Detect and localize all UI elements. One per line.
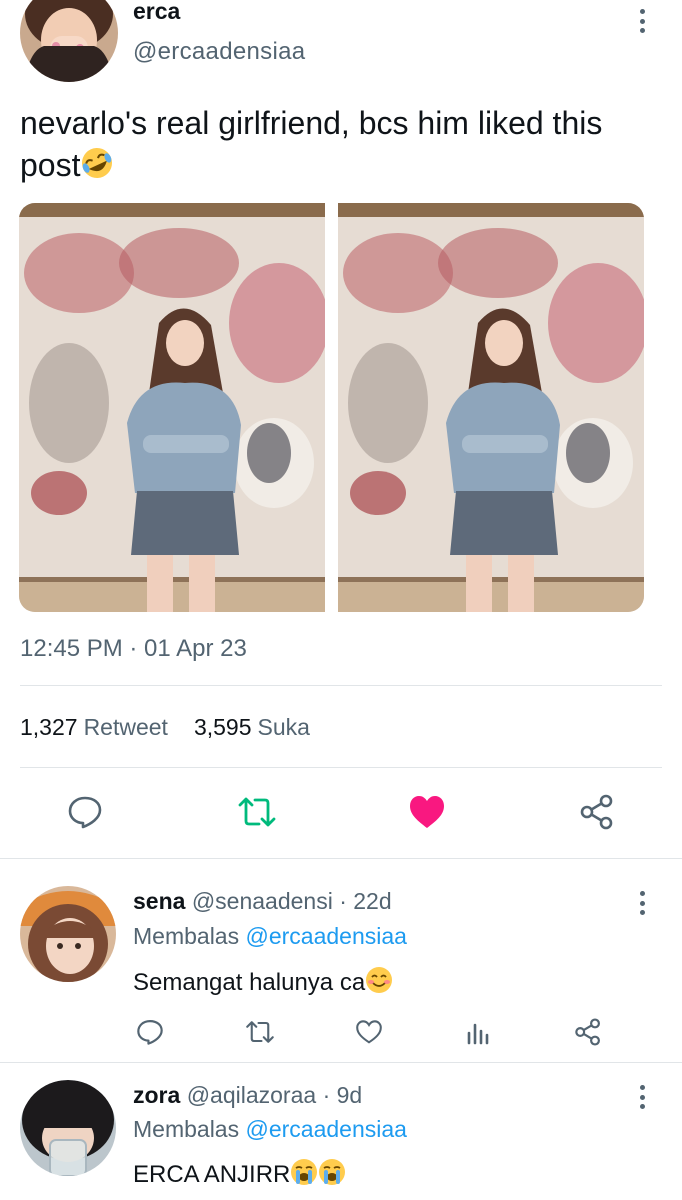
like-icon [356,1020,382,1044]
retweet-stat-label: Retweet [83,714,168,740]
more-options-icon[interactable] [630,6,654,36]
reply-header: sena @senaadensi · 22d [133,888,392,915]
reply-header: zora @aqilazoraa · 9d [133,1082,362,1109]
author-handle[interactable]: @ercaadensiaa [133,38,305,66]
replying-to-mention[interactable]: @ercaadensiaa [246,923,407,949]
reply-like-button[interactable] [351,1014,387,1050]
divider [20,685,662,686]
more-options-icon[interactable] [630,1082,654,1112]
retweet-icon [238,797,276,827]
divider [0,858,682,859]
tweet-timestamp[interactable]: 12:45 PM · 01 Apr 23 [20,635,247,663]
reply-analytics-button[interactable] [461,1014,497,1050]
reply-text-content: ERCA ANJIRR [133,1161,291,1188]
more-options-icon[interactable] [630,888,654,918]
reply-display-name[interactable]: zora [133,1082,180,1108]
reply-time[interactable]: · 22d [339,888,391,914]
share-icon [580,794,613,830]
reply-reply-button[interactable] [132,1014,168,1050]
replying-to-mention[interactable]: @ercaadensiaa [246,1116,407,1142]
retweet-button[interactable] [234,792,280,832]
like-button[interactable] [404,792,450,832]
divider [20,767,662,768]
reply-retweet-button[interactable] [242,1014,278,1050]
reply-text: Semangat halunya ca [133,966,393,1001]
author-display-name[interactable]: erca [133,0,180,25]
reply-text-content: Semangat halunya ca [133,969,366,996]
replying-to: Membalas @ercaadensiaa [133,923,407,950]
like-stat-label: Suka [257,714,310,740]
reply-icon [68,796,102,829]
analytics-icon [467,1023,489,1045]
reply-time[interactable]: · 9d [323,1082,363,1108]
loudly-crying-face-emoji [290,1158,318,1193]
reply-button[interactable] [62,792,108,832]
smiling-face-emoji [365,966,393,1001]
like-icon [410,796,444,828]
reply-handle[interactable]: @senaadensi [192,888,333,914]
reply-display-name[interactable]: sena [133,888,185,914]
replying-label: Membalas [133,1116,240,1142]
like-count: 3,595 [193,714,252,740]
reply-avatar[interactable] [20,886,116,982]
loudly-crying-face-emoji [318,1158,346,1193]
like-stat[interactable]: 3,595 Suka [194,714,310,741]
tweet-text: nevarlo's real girlfriend, bcs him liked… [20,102,650,190]
tweet-photo-2[interactable] [338,203,644,612]
share-icon [575,1018,600,1046]
tweet-photo-1[interactable] [19,203,325,612]
rolling-on-floor-laughing-emoji [80,146,114,190]
author-avatar[interactable] [20,0,118,82]
retweet-icon [246,1021,274,1043]
retweet-stat[interactable]: 1,327 Retweet [20,714,168,741]
reply-text: ERCA ANJIRR [133,1158,346,1193]
share-button[interactable] [574,792,620,832]
retweet-count: 1,327 [20,714,78,740]
reply-avatar[interactable] [20,1080,116,1176]
reply-icon [137,1020,163,1045]
tweet-stats: 1,327 Retweet 3,595 Suka [20,714,310,741]
reply-handle[interactable]: @aqilazoraa [187,1082,316,1108]
reply-share-button[interactable] [570,1014,606,1050]
divider [0,1062,682,1063]
replying-to: Membalas @ercaadensiaa [133,1116,407,1143]
replying-label: Membalas [133,923,240,949]
